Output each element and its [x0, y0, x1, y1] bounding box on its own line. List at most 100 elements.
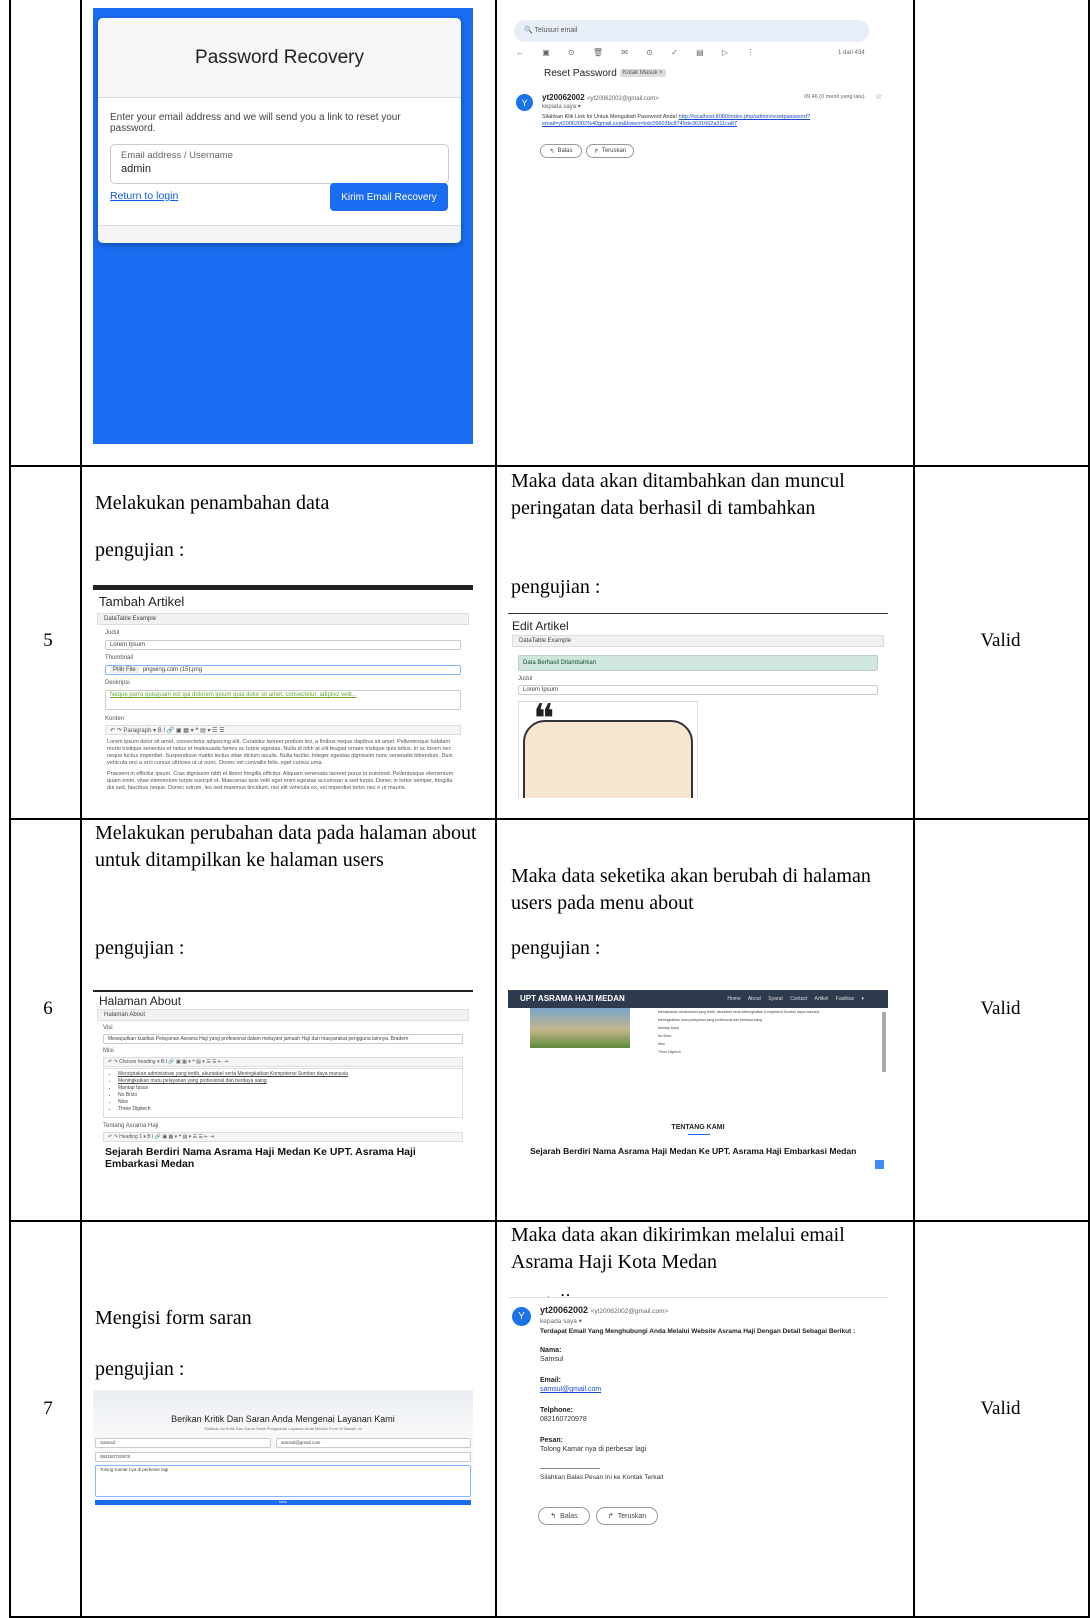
list-item: No Brizo: [658, 1034, 672, 1038]
misi-list: Menciptakan administrasi yang tertib, ak…: [658, 1008, 868, 1056]
row6-result: Valid: [980, 998, 1021, 1019]
table-border-right: [1088, 0, 1090, 1618]
gmail-counter: 1 dari 434: [838, 50, 865, 56]
email-field-label: Email address / Username: [121, 150, 233, 161]
thumbnail-input[interactable]: Pilih File pngwing.com (15).png: [105, 665, 461, 675]
deskripsi-input[interactable]: Neque porro quisquam est qui dolorem ips…: [105, 690, 461, 710]
card-header: Halaman About: [97, 1009, 469, 1021]
reply-button[interactable]: ↰ Balas: [540, 144, 582, 158]
judul-label: Judul: [518, 676, 533, 682]
recovery-card-footer: [98, 225, 461, 243]
email-label: Email:: [540, 1377, 562, 1384]
admin-topbar: [93, 585, 473, 590]
recovery-title: Password Recovery: [98, 18, 461, 98]
send-recovery-button[interactable]: Kirim Email Recovery: [330, 183, 448, 211]
tentang-heading: Sejarah Berdiri Nama Asrama Haji Medan K…: [105, 1146, 416, 1170]
list-item: Nice: [118, 1099, 462, 1106]
row7-test-caption: pengujian :: [95, 1358, 185, 1380]
row6-test-step: Melakukan perubahan data pada halaman ab…: [95, 822, 477, 871]
sender-name-text: yt20062002: [542, 93, 585, 102]
row6-expected-caption: pengujian :: [511, 937, 601, 959]
misi-list: Menciptakan administrasi yang tertib, ak…: [103, 1068, 463, 1118]
list-item: Menciptakan administrasi yang tertib, ak…: [118, 1071, 462, 1078]
konten-paragraph-1: Lorem ipsum dolor sit amet, consectetur …: [107, 739, 453, 766]
name-input[interactable]: Samsul: [95, 1438, 271, 1448]
gmail-toolbar-icons[interactable]: ← ▣ ⊙ 🗑 ✉ ⊙ ✓ ▤ ▷ ⋮: [516, 48, 762, 57]
email-field[interactable]: Email address / Username admin: [110, 144, 449, 184]
deskripsi-label: Deskripsi: [105, 680, 130, 686]
misi-toolbar[interactable]: ↶ ↷ Choose heading ▾ B I 🔗 ▣ ▦ ▾ ❝ ▤ ▾ ☰…: [103, 1057, 463, 1067]
list-item: Three Digitech: [658, 1050, 681, 1054]
email-body-text: Silahkan Klik Link Ini Untuk Mengubah Pa…: [542, 114, 882, 128]
konten-paragraph-2: Praesent in efficitur ipsum. Cras dignis…: [107, 771, 454, 791]
message-input[interactable]: Tolong Kamar nya di perbesar lagi: [95, 1465, 471, 1497]
row5-test-step: Melakukan penambahan data: [95, 492, 330, 514]
scrollbar[interactable]: [882, 1012, 886, 1072]
sender-name: yt20062002 <yt20062002@gmail.com>: [542, 93, 659, 102]
email-value-link[interactable]: samsul@gmail.com: [540, 1386, 601, 1393]
success-alert: Data Berhasil Ditambahkan: [518, 655, 878, 671]
row5-test-caption: pengujian :: [95, 539, 185, 561]
table-border-left: [9, 0, 11, 1618]
table-border-col3: [913, 0, 915, 1618]
screenshot-saran-form: Berikan Kritik Dan Saran Anda Mengenai L…: [93, 1390, 473, 1505]
sender-avatar: Y: [516, 94, 533, 111]
list-item: Meningkatkan mutu pelayanan yang profesi…: [658, 1018, 763, 1022]
screenshot-gmail-reset: 🔍 Telusuri email ← ▣ ⊙ 🗑 ✉ ⊙ ✓ ▤ ▷ ⋮ 1 d…: [508, 8, 888, 168]
form-subtitle: Silahkan Isi Kritik Dan Saran Serta Peng…: [204, 1426, 362, 1431]
card-header: DataTable Example: [512, 635, 884, 647]
sender-name: yt20062002 <yt20062002@gmail.com>: [540, 1305, 668, 1315]
reply-button[interactable]: ↰ Balas: [538, 1507, 590, 1525]
email-input[interactable]: samsul@gmail.com: [276, 1438, 471, 1448]
page-title: Halaman About: [99, 994, 182, 1008]
sender-avatar: Y: [512, 1307, 531, 1326]
reply-label: Balas: [560, 1512, 578, 1520]
table-border-col1: [80, 0, 82, 1618]
star-icon[interactable]: ☆: [875, 92, 882, 101]
thumbnail-image: ❝: [518, 696, 698, 798]
email-subject: Reset Password Kotak Masuk ×: [544, 68, 666, 79]
form-title: Berikan Kritik Dan Saran Anda Mengenai L…: [171, 1414, 395, 1424]
tentang-label: Tentang Asrama Haji: [103, 1123, 159, 1129]
forward-button[interactable]: ↱ Teruskan: [586, 144, 634, 158]
forward-button[interactable]: ↱ Teruskan: [596, 1507, 658, 1525]
card-header: DataTable Example: [97, 613, 469, 625]
send-button[interactable]: SEND: [95, 1500, 471, 1505]
to-me-label[interactable]: kepada saya ▾: [542, 103, 581, 110]
telp-label: Telphone:: [540, 1407, 573, 1414]
recovery-card: Password Recovery Enter your email addre…: [98, 18, 461, 243]
site-navbar: UPT ASRAMA HAJI MEDAN Home About Syarat …: [508, 990, 888, 1008]
site-brand[interactable]: UPT ASRAMA HAJI MEDAN: [520, 994, 625, 1003]
search-placeholder: Telusuri email: [534, 27, 578, 34]
page-title: Edit Artikel: [512, 619, 569, 633]
editor-toolbar[interactable]: ↶ ↷ Paragraph ▾ B I 🔗 ▣ ▦ ▾ ❝ ▤ ▾ ☰ ☰: [105, 725, 461, 735]
screenshot-halaman-about: Halaman About Halaman About Visi Mewujud…: [93, 990, 473, 1200]
screenshot-password-recovery: Password Recovery Enter your email addre…: [93, 8, 473, 444]
list-item: Mantap Ipsus: [118, 1085, 462, 1092]
screenshot-users-about: UPT ASRAMA HAJI MEDAN Home About Syarat …: [508, 990, 888, 1175]
choose-file-button[interactable]: Pilih File: [110, 667, 139, 673]
gmail-search-input[interactable]: 🔍 Telusuri email: [514, 20, 869, 42]
back-to-top-button[interactable]: [875, 1160, 884, 1169]
email-field-value: admin: [121, 163, 151, 175]
judul-input[interactable]: Lorem Ipsum: [518, 685, 878, 695]
row-divider-bottom: [9, 1616, 1089, 1618]
phone-input[interactable]: 082160720978: [95, 1452, 471, 1462]
to-me-label[interactable]: kepada saya ▾: [540, 1317, 582, 1325]
row7-result: Valid: [980, 1398, 1021, 1419]
quote-marks-icon: ❝: [533, 696, 555, 742]
return-to-login-link[interactable]: Return to login: [110, 190, 178, 202]
tentang-toolbar[interactable]: ↶ ↷ Heading 1 ▾ B I 🔗 ▣ ▦ ▾ ❝ ▤ ▾ ☰ ☰ ⇤ …: [103, 1132, 463, 1142]
divider: [508, 1297, 888, 1298]
pesan-value: Tolong Kamar nya di perbesar lagi: [540, 1446, 647, 1453]
visi-input[interactable]: Mewujudkan kualitas Pelayanan Asrama Haj…: [103, 1034, 463, 1044]
topbar-line: [93, 990, 473, 992]
row5-expected: Maka data akan ditambahkan dan muncul pe…: [511, 470, 845, 519]
list-item: No Brizo: [118, 1092, 462, 1099]
email-intro: Terdapat Email Yang Menghubungi Anda Mel…: [540, 1328, 856, 1335]
list-item: Mantap Ipsus: [658, 1026, 680, 1030]
row6-test-caption: pengujian :: [95, 937, 185, 959]
judul-input[interactable]: Lorem Ipsum: [105, 640, 461, 650]
list-item: Menciptakan administrasi yang tertib, ak…: [658, 1010, 819, 1014]
site-menu[interactable]: Home About Syarat Contact Artikel Fasili…: [727, 996, 864, 1002]
